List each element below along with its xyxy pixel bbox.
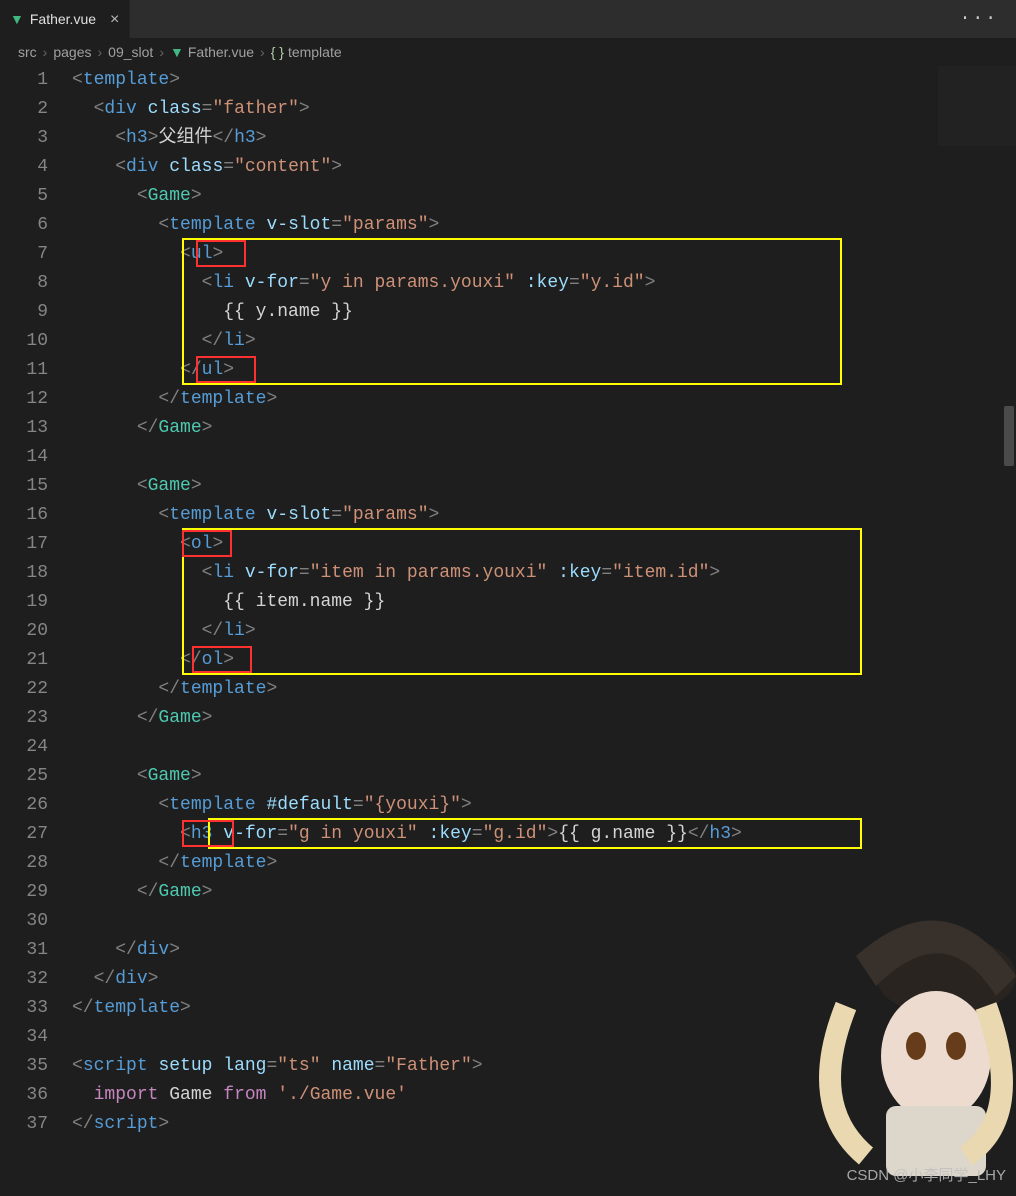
code-line[interactable]: <template #default="{youxi}"> — [72, 791, 926, 820]
line-number: 37 — [0, 1110, 48, 1139]
code-line[interactable]: <Game> — [72, 762, 926, 791]
line-number: 7 — [0, 240, 48, 269]
line-number: 28 — [0, 849, 48, 878]
code-line[interactable]: <h3>父组件</h3> — [72, 124, 926, 153]
editor-tabbar: ▼ Father.vue × ··· — [0, 0, 1016, 38]
code-line[interactable]: </template> — [72, 849, 926, 878]
watermark: CSDN @小李同学_LHY — [847, 1161, 1006, 1190]
code-line[interactable]: <Game> — [72, 182, 926, 211]
line-number: 25 — [0, 762, 48, 791]
crumb[interactable]: pages — [53, 38, 91, 67]
line-number: 19 — [0, 588, 48, 617]
line-number: 9 — [0, 298, 48, 327]
line-number: 29 — [0, 878, 48, 907]
line-number: 4 — [0, 153, 48, 182]
chevron-right-icon: › — [258, 38, 267, 67]
file-tab[interactable]: ▼ Father.vue × — [0, 0, 130, 38]
breadcrumb: src› pages› 09_slot› ▼ Father.vue› { } t… — [0, 38, 1016, 66]
line-number: 34 — [0, 1023, 48, 1052]
line-number: 11 — [0, 356, 48, 385]
object-icon: { } — [271, 38, 284, 67]
crumb[interactable]: src — [18, 38, 37, 67]
code-line[interactable] — [72, 1023, 926, 1052]
code-line[interactable]: <h3 v-for="g in youxi" :key="g.id">{{ g.… — [72, 820, 926, 849]
code-line[interactable]: import Game from './Game.vue' — [72, 1081, 926, 1110]
line-number: 21 — [0, 646, 48, 675]
code-line[interactable]: <div class="father"> — [72, 95, 926, 124]
line-number: 14 — [0, 443, 48, 472]
code-line[interactable]: </Game> — [72, 704, 926, 733]
crumb[interactable]: template — [288, 38, 342, 67]
chevron-right-icon: › — [96, 38, 105, 67]
line-number: 24 — [0, 733, 48, 762]
code-line[interactable]: <template v-slot="params"> — [72, 501, 926, 530]
code-line[interactable]: </ol> — [72, 646, 926, 675]
line-number: 2 — [0, 95, 48, 124]
code-line[interactable]: {{ item.name }} — [72, 588, 926, 617]
code-line[interactable]: <script setup lang="ts" name="Father"> — [72, 1052, 926, 1081]
line-number: 15 — [0, 472, 48, 501]
chevron-right-icon: › — [41, 38, 50, 67]
line-number: 10 — [0, 327, 48, 356]
line-number: 26 — [0, 791, 48, 820]
code-line[interactable]: <Game> — [72, 472, 926, 501]
code-line[interactable] — [72, 733, 926, 762]
code-line[interactable]: <ul> — [72, 240, 926, 269]
tab-overflow-menu[interactable]: ··· — [942, 5, 1016, 34]
code-line[interactable]: </div> — [72, 965, 926, 994]
code-line[interactable]: </ul> — [72, 356, 926, 385]
line-number: 3 — [0, 124, 48, 153]
line-number: 23 — [0, 704, 48, 733]
line-number: 36 — [0, 1081, 48, 1110]
code-line[interactable] — [72, 443, 926, 472]
code-line[interactable]: </div> — [72, 936, 926, 965]
code-line[interactable]: </Game> — [72, 414, 926, 443]
line-number: 5 — [0, 182, 48, 211]
code-editor[interactable]: 1234567891011121314151617181920212223242… — [0, 66, 1016, 1196]
chevron-right-icon: › — [157, 38, 166, 67]
code-line[interactable]: <div class="content"> — [72, 153, 926, 182]
line-number: 22 — [0, 675, 48, 704]
line-number: 35 — [0, 1052, 48, 1081]
code-line[interactable]: {{ y.name }} — [72, 298, 926, 327]
tab-filename: Father.vue — [30, 5, 96, 34]
code-line[interactable]: </li> — [72, 617, 926, 646]
line-number: 31 — [0, 936, 48, 965]
line-number: 6 — [0, 211, 48, 240]
code-line[interactable]: <template v-slot="params"> — [72, 211, 926, 240]
line-number: 33 — [0, 994, 48, 1023]
code-line[interactable]: </Game> — [72, 878, 926, 907]
line-number: 20 — [0, 617, 48, 646]
code-line[interactable]: </template> — [72, 675, 926, 704]
code-line[interactable]: <ol> — [72, 530, 926, 559]
line-number: 32 — [0, 965, 48, 994]
vue-icon: ▼ — [170, 38, 184, 67]
code-line[interactable]: <li v-for="y in params.youxi" :key="y.id… — [72, 269, 926, 298]
code-line[interactable]: </li> — [72, 327, 926, 356]
code-line[interactable]: </template> — [72, 385, 926, 414]
line-number: 1 — [0, 66, 48, 95]
code-area[interactable]: <template> <div class="father"> <h3>父组件<… — [72, 66, 1016, 1196]
vue-icon: ▼ — [10, 5, 24, 34]
line-number: 13 — [0, 414, 48, 443]
crumb[interactable]: 09_slot — [108, 38, 153, 67]
code-line[interactable]: <template> — [72, 66, 926, 95]
line-number: 16 — [0, 501, 48, 530]
line-number-gutter: 1234567891011121314151617181920212223242… — [0, 66, 72, 1196]
line-number: 30 — [0, 907, 48, 936]
line-number: 8 — [0, 269, 48, 298]
code-line[interactable]: </script> — [72, 1110, 926, 1139]
line-number: 17 — [0, 530, 48, 559]
code-line[interactable]: </template> — [72, 994, 926, 1023]
close-icon[interactable]: × — [110, 5, 119, 34]
line-number: 18 — [0, 559, 48, 588]
code-line[interactable] — [72, 907, 926, 936]
crumb[interactable]: Father.vue — [188, 38, 254, 67]
code-line[interactable]: <li v-for="item in params.youxi" :key="i… — [72, 559, 926, 588]
line-number: 27 — [0, 820, 48, 849]
scrollbar[interactable] — [1002, 66, 1016, 1196]
line-number: 12 — [0, 385, 48, 414]
scrollbar-thumb[interactable] — [1004, 406, 1014, 466]
